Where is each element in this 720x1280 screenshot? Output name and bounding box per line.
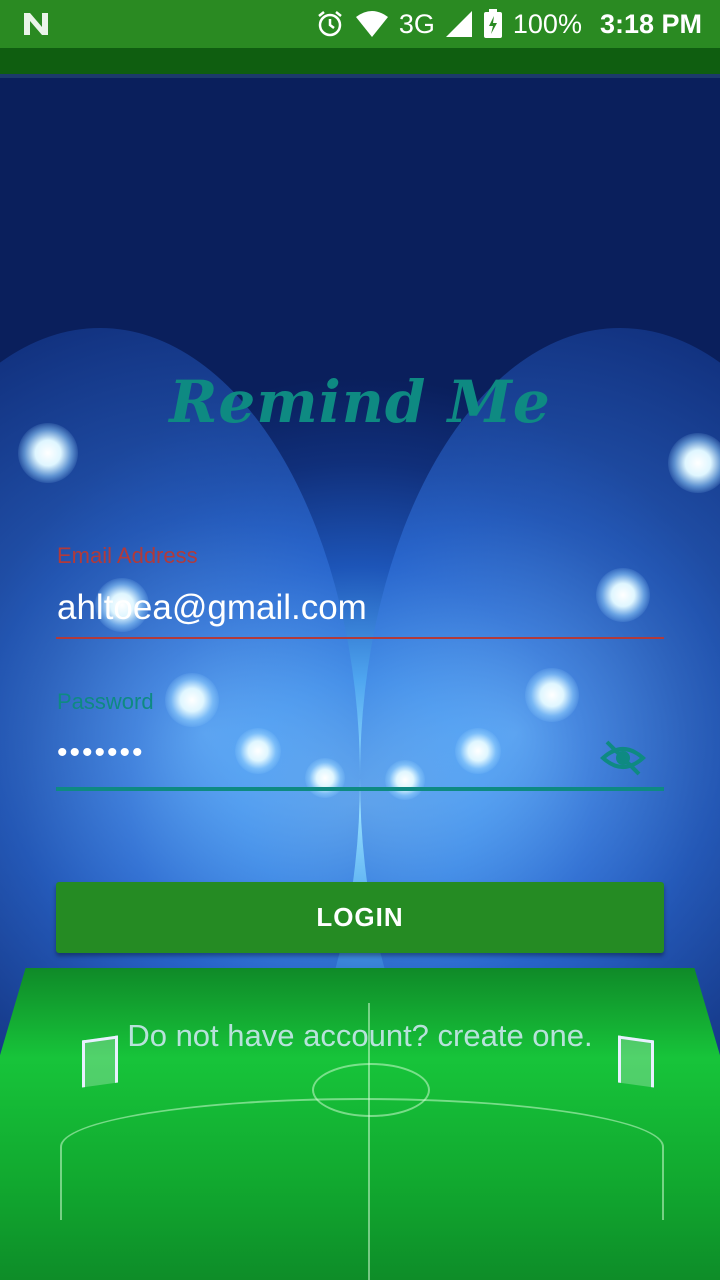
status-bar: 3G 100% 3:18 PM (0, 0, 720, 48)
clock-time: 3:18 PM (599, 8, 702, 39)
alarm-icon (315, 9, 345, 39)
email-field[interactable] (57, 588, 657, 628)
wifi-icon (355, 10, 389, 38)
create-account-link[interactable]: Do not have account? create one. (0, 1018, 720, 1054)
status-indicators: 3G 100% 3:18 PM (315, 0, 702, 48)
floodlight (668, 433, 720, 493)
notification-n-icon (24, 13, 48, 35)
email-label: Email Address (57, 543, 198, 568)
login-button[interactable]: LOGIN (56, 882, 664, 953)
network-type-label: 3G (398, 8, 435, 39)
password-underline (56, 787, 664, 791)
app-bar (0, 48, 720, 74)
floodlight (165, 673, 219, 727)
floodlight (525, 668, 579, 722)
battery-charging-icon (483, 9, 503, 39)
stadium-background (0, 78, 720, 1280)
cell-signal-icon (445, 10, 473, 38)
center-circle (312, 1063, 430, 1117)
visibility-off-icon[interactable] (600, 735, 646, 781)
password-label: Password (57, 689, 154, 714)
battery-percent: 100% (512, 8, 582, 39)
app-title: Remind Me (169, 368, 551, 436)
email-underline (56, 637, 664, 639)
password-field[interactable]: ••••••• (57, 736, 577, 770)
